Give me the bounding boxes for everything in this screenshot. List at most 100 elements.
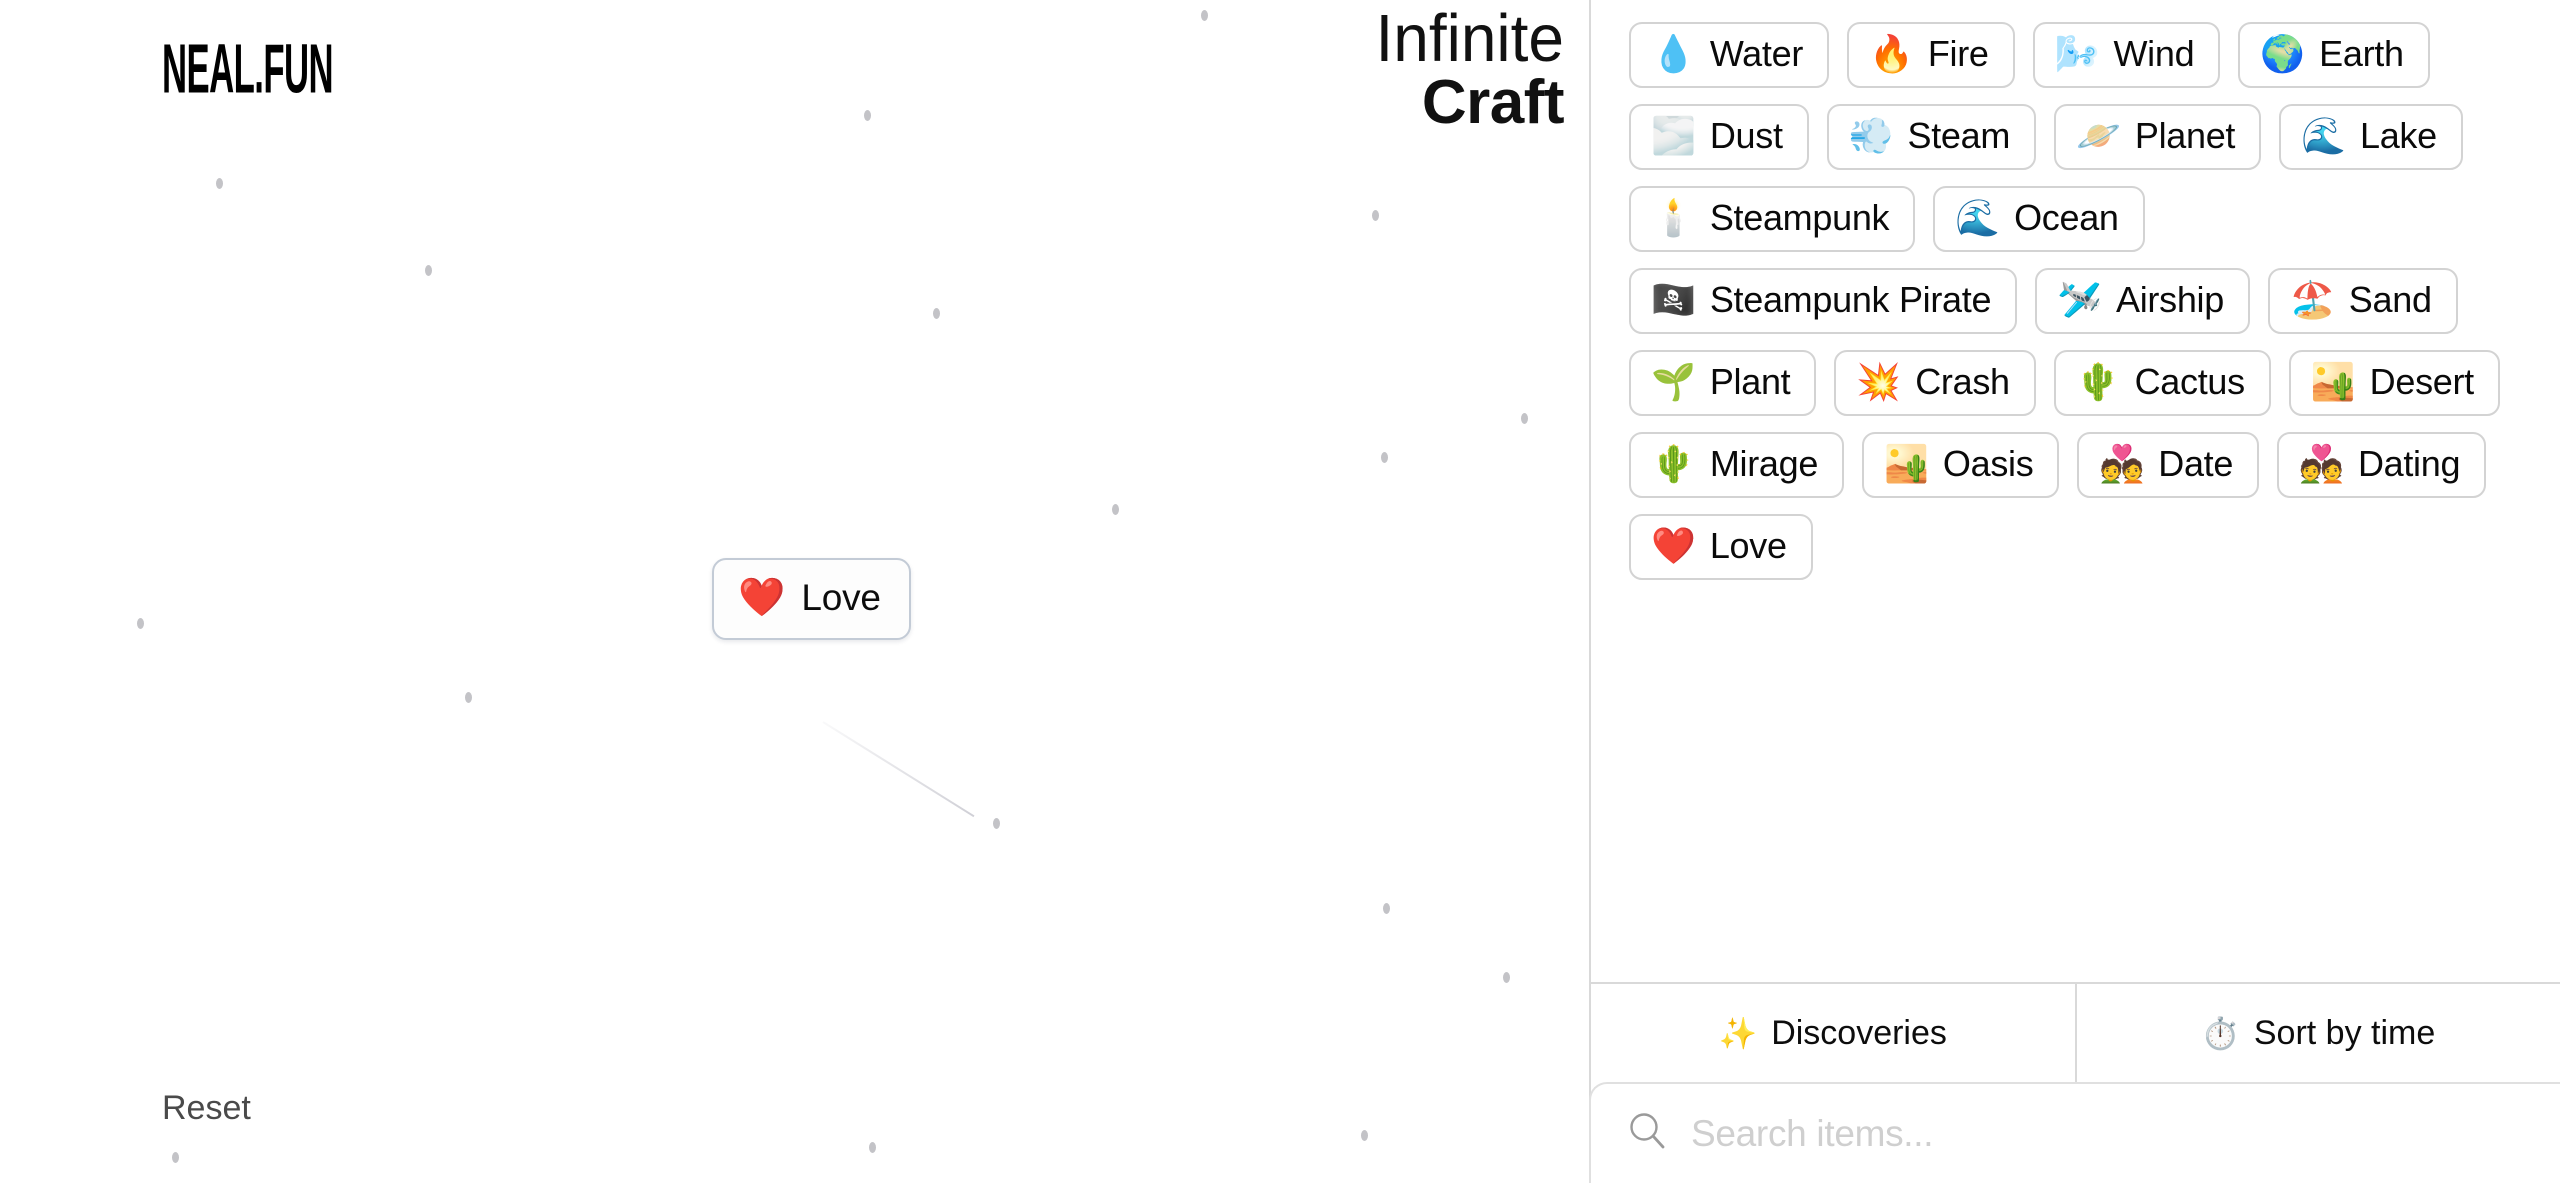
element-pill-label: Steampunk <box>1709 197 1890 238</box>
element-pill[interactable]: 🌵 Mirage <box>1629 432 1845 498</box>
canvas-node-emoji-icon: ❤️ <box>738 577 786 619</box>
game-title-line-1: Infinite <box>1375 0 1564 76</box>
element-pill[interactable]: 🔥 Fire <box>1847 22 2015 88</box>
element-pill-label: Planet <box>2134 115 2236 156</box>
element-emoji-icon: 🕯️ <box>1651 197 1696 238</box>
element-pill[interactable]: 🪐 Planet <box>2054 104 2262 170</box>
elements-sidebar: 💧 Water 🔥 Fire 🌬️ Wind 🌍 Earth 🌫️ Dust 💨 Steam 🪐 Plan… <box>1589 0 2560 1183</box>
element-pill-label: Steam <box>1907 115 2011 156</box>
element-pill[interactable]: 🕯️ Steampunk <box>1629 186 1916 252</box>
element-pill-label: Dust <box>1709 115 1783 156</box>
sidebar-footer: ✨ Discoveries ⏱️ Sort by time <box>1589 982 2560 1183</box>
shooting-star-trail <box>822 721 975 818</box>
element-pill[interactable]: 🏜️ Oasis <box>1862 432 2060 498</box>
element-emoji-icon: ❤️ <box>1651 525 1696 566</box>
element-pill[interactable]: 💧 Water <box>1629 22 1830 88</box>
element-pill-label: Airship <box>2116 279 2224 320</box>
element-pill-label: Lake <box>2359 115 2437 156</box>
reset-button[interactable]: Reset <box>162 1089 251 1128</box>
element-emoji-icon: 🏜️ <box>2310 361 2356 402</box>
element-emoji-icon: 💧 <box>1651 33 1696 74</box>
element-pill[interactable]: 💨 Steam <box>1826 104 2037 170</box>
element-pill-label: Love <box>1709 525 1787 566</box>
canvas-node-label: Love <box>801 577 881 618</box>
star-particle <box>137 618 144 629</box>
element-pill[interactable]: 🌊 Lake <box>2279 104 2463 170</box>
element-pill[interactable]: 💥 Crash <box>1834 350 2036 416</box>
tab-discoveries-label: Discoveries <box>1771 1013 1947 1052</box>
star-particle <box>216 178 223 189</box>
element-pill[interactable]: 🌵 Cactus <box>2053 350 2271 416</box>
element-pill[interactable]: 🌊 Ocean <box>1933 186 2145 252</box>
tab-sort-by-time[interactable]: ⏱️ Sort by time <box>2077 984 2560 1082</box>
element-emoji-icon: 🌵 <box>1651 443 1696 484</box>
page-title: Infinite Craft <box>1375 0 1565 137</box>
elements-grid: 💧 Water 🔥 Fire 🌬️ Wind 🌍 Earth 🌫️ Dust 💨 Steam 🪐 Plan… <box>1629 22 2526 580</box>
star-particle <box>1383 903 1390 914</box>
star-particle <box>172 1152 179 1163</box>
element-pill-label: Desert <box>2369 361 2475 402</box>
star-particle <box>864 110 871 121</box>
element-emoji-icon: 🛩️ <box>2057 279 2103 320</box>
star-particle <box>1381 452 1388 463</box>
element-pill-label: Crash <box>1915 361 2010 402</box>
search-input[interactable] <box>1691 1112 2520 1155</box>
element-pill[interactable]: 🌫️ Dust <box>1629 104 1809 170</box>
element-pill[interactable]: 🏴‍☠️ Steampunk Pirate <box>1629 268 2018 334</box>
element-emoji-icon: 💨 <box>1848 115 1894 156</box>
element-pill-label: Plant <box>1709 361 1791 402</box>
star-particle <box>869 1142 876 1153</box>
search-bar[interactable] <box>1589 1082 2560 1183</box>
crafting-canvas[interactable]: NEAL.FUN Infinite Craft ❤️ Love Reset <box>0 0 1589 1183</box>
star-particle <box>1372 210 1379 221</box>
element-pill[interactable]: 🏜️ Desert <box>2288 350 2500 416</box>
star-particle <box>425 265 432 276</box>
element-emoji-icon: 🌬️ <box>2054 33 2100 74</box>
element-emoji-icon: 🏜️ <box>1884 443 1929 484</box>
element-pill-label: Wind <box>2113 33 2195 74</box>
element-emoji-icon: 🌱 <box>1651 361 1696 402</box>
element-pill-label: Steampunk Pirate <box>1709 279 1992 320</box>
element-emoji-icon: 🪐 <box>2076 115 2121 156</box>
element-pill[interactable]: 💑 Date <box>2077 432 2260 498</box>
element-pill[interactable]: 🛩️ Airship <box>2035 268 2250 334</box>
element-emoji-icon: 🏖️ <box>2289 279 2335 320</box>
star-particle <box>1361 1130 1368 1141</box>
element-emoji-icon: 🌍 <box>2260 33 2306 74</box>
element-emoji-icon: 🏴‍☠️ <box>1651 279 1696 320</box>
element-pill-label: Ocean <box>2014 197 2119 238</box>
element-pill-label: Earth <box>2319 33 2404 74</box>
elements-list-scroll[interactable]: 💧 Water 🔥 Fire 🌬️ Wind 🌍 Earth 🌫️ Dust 💨 Steam 🪐 Plan… <box>1591 0 2560 982</box>
star-particle <box>933 308 940 319</box>
star-particle <box>1521 413 1528 424</box>
element-pill[interactable]: ❤️ Love <box>1629 514 1813 580</box>
star-particle <box>1112 504 1119 515</box>
element-pill[interactable]: 🏖️ Sand <box>2267 268 2458 334</box>
footer-tabs: ✨ Discoveries ⏱️ Sort by time <box>1591 984 2560 1082</box>
element-pill[interactable]: 🌍 Earth <box>2238 22 2430 88</box>
stopwatch-icon: ⏱️ <box>2201 1015 2240 1051</box>
star-particle <box>1201 10 1208 21</box>
element-pill[interactable]: 💑 Dating <box>2277 432 2487 498</box>
element-emoji-icon: 🔥 <box>1869 33 1914 74</box>
element-emoji-icon: 🌊 <box>2301 115 2346 156</box>
element-emoji-icon: 🌊 <box>1955 197 2001 238</box>
neal-fun-logo[interactable]: NEAL.FUN <box>162 30 334 110</box>
tab-sort-by-time-label: Sort by time <box>2253 1013 2436 1052</box>
element-pill-label: Sand <box>2348 279 2432 320</box>
element-emoji-icon: 🌵 <box>2075 361 2121 402</box>
infinite-craft-app: NEAL.FUN Infinite Craft ❤️ Love Reset 💧 Wa… <box>0 0 2560 1183</box>
tab-discoveries[interactable]: ✨ Discoveries <box>1591 984 2075 1082</box>
star-particle <box>993 818 1000 829</box>
element-emoji-icon: 💑 <box>2299 443 2344 484</box>
element-emoji-icon: 💑 <box>2099 443 2145 484</box>
element-pill-label: Cactus <box>2134 361 2246 402</box>
element-pill[interactable]: 🌬️ Wind <box>2032 22 2221 88</box>
element-pill-label: Date <box>2158 443 2234 484</box>
star-particle <box>1503 972 1510 983</box>
game-title-line-2: Craft <box>1421 68 1565 137</box>
element-pill-label: Dating <box>2357 443 2461 484</box>
element-pill[interactable]: 🌱 Plant <box>1629 350 1817 416</box>
sparkles-icon: ✨ <box>1718 1015 1758 1051</box>
canvas-element-node[interactable]: ❤️ Love <box>712 558 911 640</box>
